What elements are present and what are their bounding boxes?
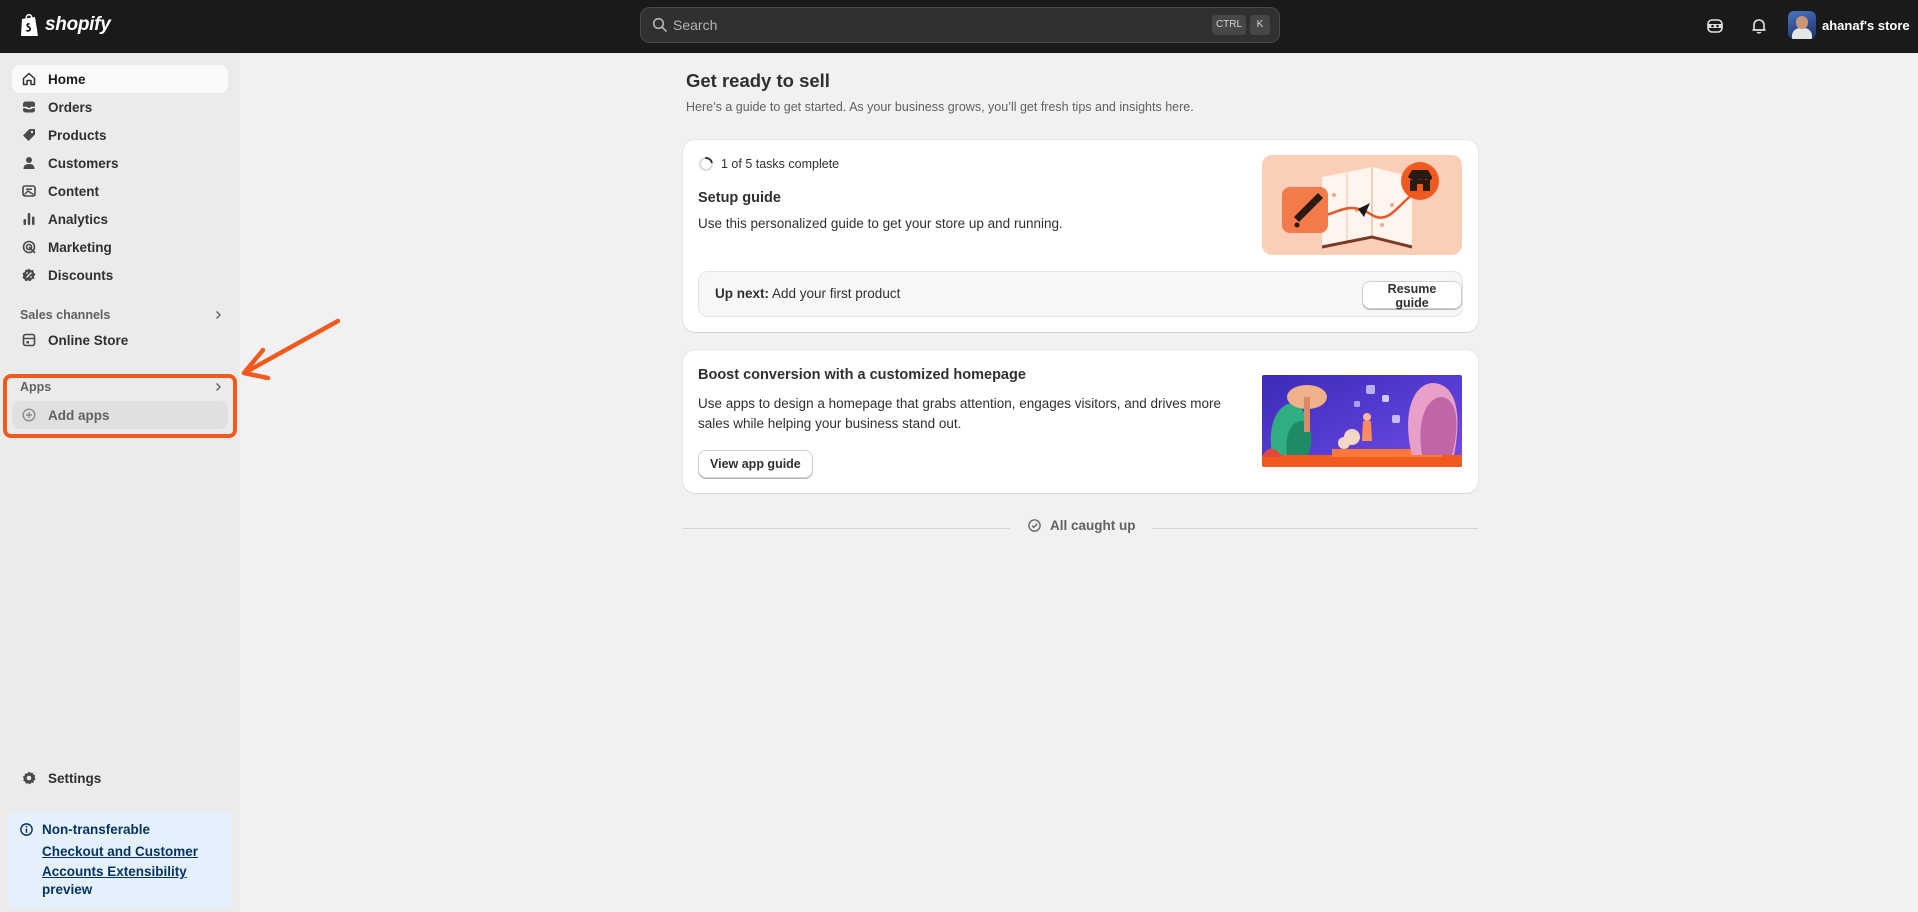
- chevron-right-icon[interactable]: [212, 309, 224, 321]
- search-input[interactable]: [673, 8, 1173, 42]
- store-icon: [22, 333, 36, 347]
- up-next-label: Up next:: [715, 286, 769, 301]
- up-next-value[interactable]: Add your first product: [772, 286, 900, 301]
- sidebar-item-marketing[interactable]: Marketing: [12, 233, 228, 261]
- sidebar-item-label: Settings: [48, 770, 102, 786]
- check-circle-icon: [1028, 519, 1041, 532]
- boost-description-line-2: sales while helping your business stand …: [698, 416, 962, 431]
- shopify-logo[interactable]: shopify: [19, 12, 111, 38]
- sidebar: Home Orders Products Customers Content A…: [0, 53, 240, 912]
- image-icon: [22, 185, 36, 197]
- sidebar-item-label: Add apps: [48, 407, 110, 423]
- bell-icon: [1752, 19, 1766, 34]
- boost-title: Boost conversion with a customized homep…: [698, 367, 1026, 383]
- sidebar-item-home[interactable]: Home: [12, 65, 228, 93]
- task-progress: 1 of 5 tasks complete: [698, 156, 839, 172]
- avatar: [1788, 11, 1816, 39]
- apps-heading[interactable]: Apps: [20, 380, 51, 394]
- sidebar-item-label: Marketing: [48, 239, 112, 255]
- sidebar-item-label: Home: [48, 71, 86, 87]
- sidebar-item-label: Analytics: [48, 211, 109, 227]
- sidebar-item-discounts[interactable]: Discounts: [12, 261, 228, 289]
- boost-description-line-1: Use apps to design a homepage that grabs…: [698, 396, 1222, 411]
- sidebar-item-settings[interactable]: Settings: [12, 764, 228, 792]
- sales-channels-heading[interactable]: Sales channels: [20, 308, 110, 322]
- search-icon: [652, 17, 667, 32]
- chevron-right-icon[interactable]: [212, 381, 224, 393]
- sidebar-item-add-apps[interactable]: Add apps: [12, 401, 228, 429]
- up-next-row: Up next: Add your first product Resume g…: [698, 271, 1463, 317]
- sidebar-item-content[interactable]: Content: [12, 177, 228, 205]
- resume-guide-button[interactable]: Resume guide: [1362, 281, 1462, 310]
- page-title: Get ready to sell: [686, 70, 830, 91]
- progress-text: 1 of 5 tasks complete: [721, 157, 840, 171]
- shortcut-ctrl-key: CTRL: [1212, 15, 1246, 35]
- extensibility-preview-banner: Non-transferable Checkout and Customer A…: [8, 812, 232, 909]
- add-circle-icon: [22, 408, 36, 422]
- sidebar-item-label: Online Store: [48, 332, 129, 348]
- inbox-icon: [23, 101, 35, 113]
- page-subtitle: Here’s a guide to get started. As your b…: [686, 100, 1194, 114]
- divider-line-right: [1152, 528, 1478, 529]
- all-caught-up-divider: All caught up: [683, 518, 1478, 538]
- brand-name: shopify: [45, 14, 111, 35]
- sidebar-item-customers[interactable]: Customers: [12, 149, 228, 177]
- shortcut-k-key: K: [1250, 15, 1270, 35]
- sidebar-item-label: Orders: [48, 99, 93, 115]
- setup-guide-illustration: [1262, 155, 1462, 255]
- sidebar-item-products[interactable]: Products: [12, 121, 228, 149]
- discount-icon: [22, 268, 36, 282]
- sidebar-item-label: Customers: [48, 155, 119, 171]
- search-bar[interactable]: CTRL K: [640, 7, 1280, 43]
- divider-line-left: [683, 528, 1010, 529]
- setup-guide-title: Setup guide: [698, 190, 781, 206]
- sidebar-item-analytics[interactable]: Analytics: [12, 205, 228, 233]
- progress-ring-icon: [699, 157, 713, 171]
- store-menu[interactable]: ahanaf's store: [1788, 11, 1910, 39]
- setup-guide-card: 1 of 5 tasks complete Setup guide Use th…: [683, 140, 1478, 332]
- sidebar-item-label: Content: [48, 183, 99, 199]
- sidekick-icon: [1707, 19, 1723, 33]
- home-icon: [22, 72, 36, 86]
- up-next-text: Up next: Add your first product: [715, 286, 900, 301]
- shopify-bag-icon: [21, 13, 38, 36]
- view-app-guide-button[interactable]: View app guide: [698, 450, 813, 478]
- bar-chart-icon: [23, 213, 35, 225]
- annotation-arrow: [241, 318, 340, 381]
- top-bar: shopify CTRL K ahanaf's store: [0, 0, 1918, 53]
- tag-icon: [23, 129, 35, 141]
- setup-guide-description: Use this personalized guide to get your …: [698, 216, 1063, 231]
- banner-title: Non-transferable: [42, 822, 151, 837]
- sidebar-item-label: Products: [48, 127, 107, 143]
- info-icon: [20, 823, 33, 836]
- all-caught-up-label: All caught up: [1027, 518, 1136, 533]
- banner-tail-text: preview: [42, 882, 93, 897]
- sidekick-button[interactable]: [1704, 15, 1726, 37]
- person-icon: [23, 157, 35, 169]
- gear-icon: [22, 771, 36, 785]
- target-icon: [22, 240, 36, 254]
- sidebar-item-orders[interactable]: Orders: [12, 93, 228, 121]
- store-name: ahanaf's store: [1822, 17, 1910, 33]
- sidebar-item-label: Discounts: [48, 267, 114, 283]
- homepage-illustration: [1262, 375, 1462, 467]
- extensibility-link[interactable]: Checkout and Customer Accounts Extensibi…: [42, 842, 222, 882]
- sidebar-item-online-store[interactable]: Online Store: [12, 326, 228, 354]
- all-caught-up-text: All caught up: [1050, 518, 1136, 533]
- notifications-button[interactable]: [1748, 15, 1770, 37]
- boost-conversion-card: Boost conversion with a customized homep…: [683, 350, 1478, 493]
